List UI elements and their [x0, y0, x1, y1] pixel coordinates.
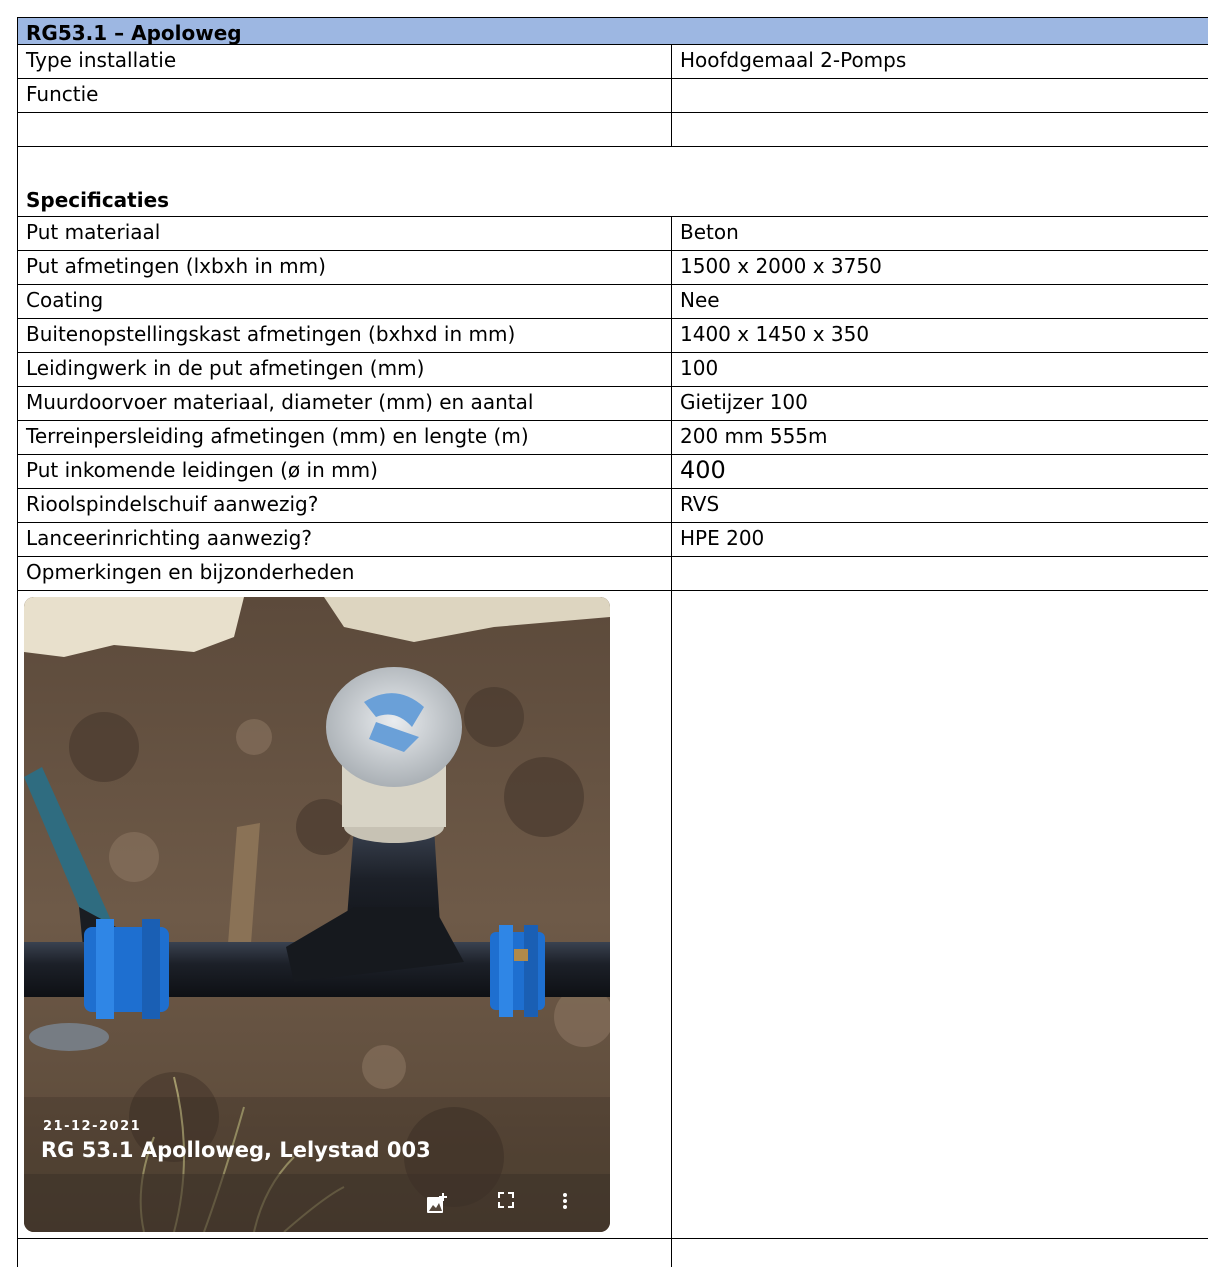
table-row: Put afmetingen (lxbxh in mm) 1500 x 2000… — [18, 251, 1208, 285]
table-row: Muurdoorvoer materiaal, diameter (mm) en… — [18, 387, 1208, 421]
site-photo[interactable]: 21-12-2021 RG 53.1 Apolloweg, Lelystad 0… — [24, 597, 610, 1232]
table-row — [18, 113, 1208, 147]
row-label: Put inkomende leidingen (ø in mm) — [18, 455, 672, 488]
table-row — [18, 1239, 1208, 1267]
section-heading: Specificaties — [26, 188, 170, 212]
row-value: Beton — [680, 220, 739, 244]
row-value: 1500 x 2000 x 3750 — [680, 254, 882, 278]
table-row: Buitenopstellingskast afmetingen (bxhxd … — [18, 319, 1208, 353]
photo-row: 21-12-2021 RG 53.1 Apolloweg, Lelystad 0… — [18, 591, 1208, 1239]
row-label: Leidingwerk in de put afmetingen (mm) — [18, 353, 672, 386]
row-value — [672, 79, 1208, 112]
row-value — [672, 557, 1208, 590]
table-row: Leidingwerk in de put afmetingen (mm) 10… — [18, 353, 1208, 387]
row-value: 100 — [680, 356, 719, 380]
row-value: 200 mm 555m — [680, 424, 828, 448]
row-label: Terreinpersleiding afmetingen (mm) en le… — [18, 421, 672, 454]
row-label — [18, 1239, 672, 1267]
table-row: Lanceerinrichting aanwezig? HPE 200 — [18, 523, 1208, 557]
row-value: Hoofdgemaal 2-Pomps — [680, 48, 907, 72]
fullscreen-icon[interactable] — [498, 1192, 520, 1214]
row-label — [18, 113, 672, 146]
row-label: Type installatie — [18, 45, 672, 78]
row-label: Buitenopstellingskast afmetingen (bxhxd … — [18, 319, 672, 352]
row-label: Functie — [18, 79, 672, 112]
table-row: Rioolspindelschuif aanwezig? RVS — [18, 489, 1208, 523]
sheet-title: RG53.1 – Apoloweg — [26, 21, 242, 44]
row-label: Put materiaal — [18, 217, 672, 250]
table-row: Put materiaal Beton — [18, 217, 1208, 251]
row-label: Put afmetingen (lxbxh in mm) — [18, 251, 672, 284]
row-value — [672, 1239, 1208, 1267]
table-row: Functie — [18, 79, 1208, 113]
photo-caption: RG 53.1 Apolloweg, Lelystad 003 — [41, 1138, 431, 1162]
table-row: Coating Nee — [18, 285, 1208, 319]
table-row: Terreinpersleiding afmetingen (mm) en le… — [18, 421, 1208, 455]
row-value: HPE 200 — [680, 526, 765, 550]
row-value: 400 — [680, 456, 726, 484]
photo-side-cell — [672, 591, 1208, 1238]
photo-toolbar — [24, 1174, 610, 1232]
table-row: Opmerkingen en bijzonderheden — [18, 557, 1208, 591]
row-label: Lanceerinrichting aanwezig? — [18, 523, 672, 556]
row-value: Nee — [680, 288, 720, 312]
row-value: Gietijzer 100 — [680, 390, 808, 414]
more-vert-icon[interactable] — [562, 1192, 584, 1214]
row-label: Coating — [18, 285, 672, 318]
photo-date: 21-12-2021 — [43, 1119, 142, 1134]
add-photo-icon[interactable] — [426, 1192, 448, 1214]
table-row: Put inkomende leidingen (ø in mm) 400 — [18, 455, 1208, 489]
row-label: Rioolspindelschuif aanwezig? — [18, 489, 672, 522]
row-value: 1400 x 1450 x 350 — [680, 322, 870, 346]
installation-sheet: RG53.1 – Apoloweg Type installatie Hoofd… — [17, 17, 1208, 1267]
table-row: Type installatie Hoofdgemaal 2-Pomps — [18, 45, 1208, 79]
row-label: Opmerkingen en bijzonderheden — [18, 557, 672, 590]
row-value: RVS — [680, 492, 720, 516]
row-value — [672, 113, 1208, 146]
sheet-header-row: RG53.1 – Apoloweg — [18, 18, 1208, 45]
photo-cell: 21-12-2021 RG 53.1 Apolloweg, Lelystad 0… — [18, 591, 672, 1238]
row-label: Muurdoorvoer materiaal, diameter (mm) en… — [18, 387, 672, 420]
section-header-row: Specificaties — [18, 147, 1208, 217]
